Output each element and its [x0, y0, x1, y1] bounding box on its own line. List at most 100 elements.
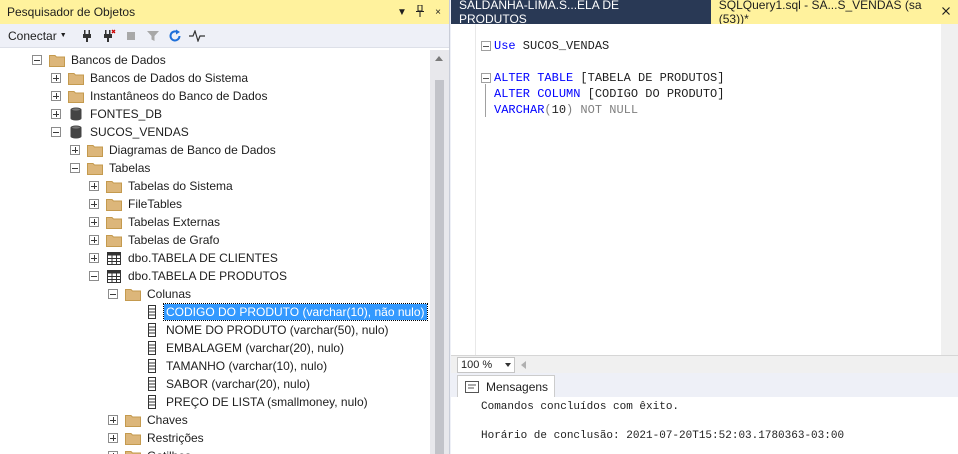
expand-icon[interactable]	[108, 415, 118, 425]
object-explorer-title: Pesquisador de Objetos	[7, 5, 136, 19]
code-keyword: Use	[494, 39, 516, 53]
tree-node-label: Tabelas	[109, 161, 151, 175]
tab-label: Mensagens	[486, 379, 549, 394]
scroll-left-arrow-icon[interactable]	[521, 360, 526, 369]
tree-node[interactable]: EMBALAGEM (varchar(20), nulo)	[144, 339, 346, 357]
collapse-icon[interactable]	[70, 163, 80, 173]
column-icon	[144, 377, 160, 391]
code-line-2: ALTER TABLE [TABELA DE PRODUTOS]	[494, 70, 724, 86]
results-pane: Mensagens Comandos concluídos com êxito.…	[451, 373, 958, 454]
filter-icon[interactable]	[143, 26, 163, 46]
editor-status-strip: 100 %	[451, 355, 958, 373]
tab-messages[interactable]: Mensagens	[457, 375, 556, 397]
zoom-dropdown[interactable]: 100 %	[457, 356, 515, 373]
tree-node-label: Gatilhos	[145, 448, 193, 454]
disconnect-icon[interactable]	[99, 26, 119, 46]
collapse-icon[interactable]	[108, 289, 118, 299]
tree-node[interactable]: Bancos de Dados do Sistema	[51, 69, 250, 87]
connect-dropdown-button[interactable]: Conectar ▼	[8, 29, 67, 43]
collapse-region-icon[interactable]	[481, 41, 491, 51]
message-line: Comandos concluídos com êxito.	[481, 401, 680, 413]
change-tracking-margin	[475, 24, 479, 355]
scroll-up-arrow-icon[interactable]	[435, 56, 443, 61]
tree-node[interactable]: Chaves	[108, 411, 190, 429]
expand-icon[interactable]	[89, 217, 99, 227]
expand-icon[interactable]	[89, 199, 99, 209]
tab-table-designer[interactable]: SALDANHA-LIMA.S...ELA DE PRODUTOS	[451, 0, 681, 26]
column-icon	[144, 323, 160, 337]
folder-icon	[68, 89, 84, 103]
tree-node[interactable]: Instantâneos do Banco de Dados	[51, 87, 269, 105]
tree-node[interactable]: Tabelas	[70, 159, 152, 177]
expand-icon[interactable]	[89, 235, 99, 245]
code-line-3: ALTER COLUMN [CODIGO DO PRODUTO]	[494, 86, 724, 102]
expand-icon[interactable]	[51, 91, 61, 101]
tree-node-label: Colunas	[147, 287, 192, 301]
tree-node[interactable]: FileTables	[89, 195, 184, 213]
expand-icon[interactable]	[89, 181, 99, 191]
close-tab-icon[interactable]	[942, 6, 950, 18]
pin-icon[interactable]	[413, 4, 427, 20]
tree-node-label: Instantâneos do Banco de Dados	[90, 89, 268, 103]
vertical-scrollbar[interactable]	[430, 50, 449, 454]
collapse-region-icon[interactable]	[481, 73, 491, 83]
database-icon	[68, 107, 84, 121]
activity-monitor-icon[interactable]	[187, 26, 207, 46]
tree-node[interactable]: FONTES_DB	[51, 105, 164, 123]
expand-icon[interactable]	[51, 109, 61, 119]
collapse-icon[interactable]	[32, 55, 42, 65]
tree-node[interactable]: Bancos de Dados	[32, 51, 168, 69]
close-icon[interactable]: ×	[431, 7, 445, 18]
tree-node[interactable]: dbo.TABELA DE PRODUTOS	[89, 267, 289, 285]
tree-node[interactable]: NOME DO PRODUTO (varchar(50), nulo)	[144, 321, 391, 339]
tree-node[interactable]: TAMANHO (varchar(10), nulo)	[144, 357, 329, 375]
window-position-dropdown-icon[interactable]: ▼	[395, 7, 409, 18]
messages-icon	[464, 380, 480, 394]
tree-node[interactable]: CODIGO DO PRODUTO (varchar(10), não nulo…	[144, 303, 428, 321]
tree-node[interactable]: Restrições	[108, 429, 206, 447]
tree-node-label: Chaves	[147, 413, 188, 427]
tree-node[interactable]: SABOR (varchar(20), nulo)	[144, 375, 312, 393]
expand-icon[interactable]	[51, 73, 61, 83]
collapse-icon[interactable]	[89, 271, 99, 281]
tree-node-label: SUCOS_VENDAS	[90, 125, 189, 139]
code-editor[interactable]: Use SUCOS_VENDAS ALTER TABLE [TABELA DE …	[451, 24, 958, 355]
scrollbar-thumb[interactable]	[435, 80, 444, 454]
object-explorer-tree: Bancos de Dados Bancos de Dados do Sistem…	[0, 50, 430, 454]
tree-node[interactable]: Gatilhos	[108, 447, 193, 454]
table-icon	[106, 251, 122, 265]
stop-icon[interactable]	[121, 26, 141, 46]
code-line-4: VARCHAR(10) NOT NULL	[494, 102, 638, 118]
collapse-icon[interactable]	[51, 127, 61, 137]
tree-node[interactable]: Tabelas do Sistema	[89, 177, 235, 195]
tree-node[interactable]: SUCOS_VENDAS	[51, 123, 191, 141]
tab-sql-query[interactable]: SQLQuery1.sql - SA...S_VENDAS (sa (53))*	[710, 0, 958, 26]
editor-vertical-scrollbar[interactable]	[941, 24, 958, 355]
code-text: [TABELA DE PRODUTOS]	[573, 71, 725, 85]
zoom-value: 100 %	[461, 358, 493, 371]
tree-node-label: PREÇO DE LISTA (smallmoney, nulo)	[166, 395, 368, 409]
tree-node[interactable]: Colunas	[108, 285, 193, 303]
expand-icon[interactable]	[108, 433, 118, 443]
tree-node[interactable]: Tabelas de Grafo	[89, 231, 221, 249]
tree-node[interactable]: Diagramas de Banco de Dados	[70, 141, 278, 159]
code-punct: (	[544, 103, 552, 117]
connect-label: Conectar	[8, 28, 57, 43]
folder-icon	[125, 449, 141, 454]
database-icon	[68, 125, 84, 139]
tree-node-label: SABOR (varchar(20), nulo)	[166, 377, 311, 391]
connect-plug-icon[interactable]	[77, 26, 97, 46]
expand-icon[interactable]	[70, 145, 80, 155]
object-explorer-toolbar: Conectar ▼	[0, 24, 449, 48]
tree-node[interactable]: dbo.TABELA DE CLIENTES	[89, 249, 280, 267]
folder-icon	[87, 161, 103, 175]
tab-label: SALDANHA-LIMA.S...ELA DE PRODUTOS	[459, 0, 620, 26]
tree-node-label: Diagramas de Banco de Dados	[109, 143, 276, 157]
expand-icon[interactable]	[89, 253, 99, 263]
tree-node[interactable]: PREÇO DE LISTA (smallmoney, nulo)	[144, 393, 370, 411]
refresh-icon[interactable]	[165, 26, 185, 46]
chevron-down-icon: ▼	[59, 32, 67, 39]
tree-node-label: Tabelas do Sistema	[128, 179, 233, 193]
tree-node[interactable]: Tabelas Externas	[89, 213, 222, 231]
tree-node-label: Bancos de Dados do Sistema	[90, 71, 249, 85]
